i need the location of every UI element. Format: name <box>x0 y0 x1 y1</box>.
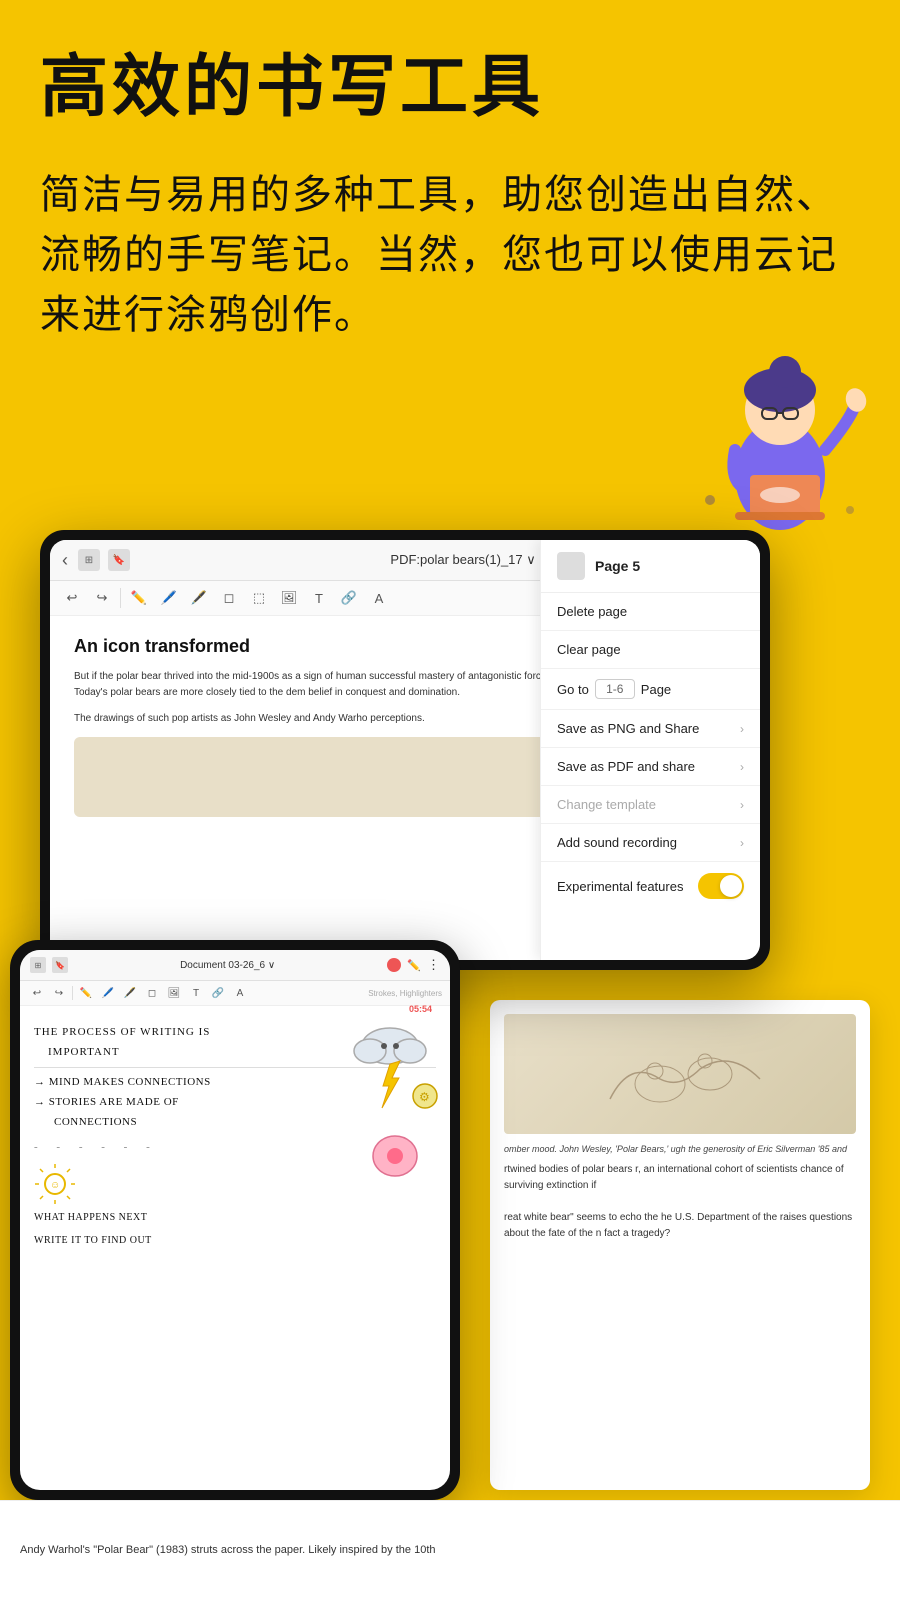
text-box-tool[interactable]: T <box>307 586 331 610</box>
change-template-label: Change template <box>557 797 656 812</box>
small-sep <box>72 986 73 1000</box>
goto-row: Go to Page <box>541 669 760 710</box>
toggle-knob <box>720 875 742 897</box>
add-sound-item[interactable]: Add sound recording › <box>541 824 760 862</box>
record-button[interactable] <box>387 958 401 972</box>
behind-para-2: reat white bear" seems to echo the he U.… <box>504 1210 856 1242</box>
character-illustration <box>680 320 880 540</box>
subtitle: 简洁与易用的多种工具，助您创造出自然、流畅的手写笔记。当然，您也可以使用云记来进… <box>40 165 860 345</box>
goto-input[interactable] <box>595 679 635 699</box>
pencil-small-icon[interactable]: ✏️ <box>407 959 421 972</box>
timer-display: 05:54 <box>409 1004 432 1014</box>
bottom-text: Andy Warhol's "Polar Bear" (1983) struts… <box>20 1542 436 1559</box>
small-undo[interactable]: ↩ <box>28 984 46 1002</box>
small-doc-title[interactable]: Document 03-26_6 ∨ <box>180 960 275 971</box>
small-pen[interactable]: ✏️ <box>77 984 95 1002</box>
grid-icon[interactable]: ⊞ <box>78 549 100 571</box>
small-pencil[interactable]: 🖊️ <box>99 984 117 1002</box>
bookmark-icon[interactable]: 🔖 <box>108 549 130 571</box>
chevron-icon-3: › <box>740 798 744 812</box>
document-title[interactable]: PDF:polar bears(1)_17 ∨ <box>390 552 535 568</box>
chevron-icon-4: › <box>740 836 744 850</box>
behind-para-1: rtwined bodies of polar bears r, an inte… <box>504 1162 856 1194</box>
save-pdf-label: Save as PDF and share <box>557 759 695 774</box>
lasso-tool[interactable]: ⬚ <box>247 586 271 610</box>
small-tb[interactable]: T <box>187 984 205 1002</box>
experimental-label: Experimental features <box>557 879 683 894</box>
redo-button[interactable]: ↪ <box>90 586 114 610</box>
small-content: The Process of writing is Important → Mi… <box>20 1006 450 1490</box>
behind-caption: omber mood. John Wesley, 'Polar Bears,' … <box>504 1144 856 1154</box>
behind-document: omber mood. John Wesley, 'Polar Bears,' … <box>490 1000 870 1490</box>
small-format[interactable]: A <box>231 984 249 1002</box>
save-pdf-item[interactable]: Save as PDF and share › <box>541 748 760 786</box>
clear-page-label: Clear page <box>557 642 621 657</box>
clear-page-item[interactable]: Clear page <box>541 631 760 669</box>
dropdown-header: Page 5 <box>541 540 760 593</box>
back-button[interactable]: ‹ <box>62 550 68 571</box>
small-toolbar: ↩ ↪ ✏️ 🖊️ 🖋️ ◻ 🖼 T 🔗 A Strokes, Highligh… <box>20 981 450 1006</box>
small-tb-icons: ⊞ 🔖 <box>30 957 68 973</box>
dropdown-menu: Page 5 Delete page Clear page Go to Page… <box>540 540 760 960</box>
header-section: 高效的书写工具 简洁与易用的多种工具，助您创造出自然、流畅的手写笔记。当然，您也… <box>0 0 900 345</box>
more-small-button[interactable]: ⋮ <box>427 957 440 973</box>
add-sound-label: Add sound recording <box>557 835 677 850</box>
eraser-tool[interactable]: ◻ <box>217 586 241 610</box>
delete-page-label: Delete page <box>557 604 627 619</box>
page-thumbnail-icon <box>557 552 585 580</box>
tablet-content: An icon transformed But if the polar bea… <box>50 616 760 960</box>
small-hi[interactable]: 🖋️ <box>121 984 139 1002</box>
chevron-icon: › <box>740 722 744 736</box>
bottom-strip: Andy Warhol's "Polar Bear" (1983) struts… <box>0 1500 900 1600</box>
small-grid-icon[interactable]: ⊞ <box>30 957 46 973</box>
highlighter-tool[interactable]: 🖋️ <box>187 586 211 610</box>
page-title-label: Page 5 <box>595 558 640 574</box>
delete-page-item[interactable]: Delete page <box>541 593 760 631</box>
tb-icons: ⊞ 🔖 <box>78 549 130 571</box>
svg-text:⚙: ⚙ <box>419 1090 430 1104</box>
toolbar-separator <box>120 588 121 608</box>
format-tool[interactable]: A <box>367 586 391 610</box>
pencil-tool[interactable]: 🖊️ <box>157 586 181 610</box>
polar-bear-image <box>504 1014 856 1134</box>
undo-button[interactable]: ↩ <box>60 586 84 610</box>
goto-label: Go to <box>557 682 589 697</box>
small-topbar: ⊞ 🔖 Document 03-26_6 ∨ ✏️ ⋮ <box>20 950 450 981</box>
doodles-svg: ⚙ <box>305 1006 450 1236</box>
tablet-small: ⊞ 🔖 Document 03-26_6 ∨ ✏️ ⋮ ↩ ↪ ✏️ 🖊️ 🖋️… <box>10 940 460 1500</box>
small-img[interactable]: 🖼 <box>165 984 183 1002</box>
save-png-item[interactable]: Save as PNG and Share › <box>541 710 760 748</box>
pen-tool[interactable]: ✏️ <box>127 586 151 610</box>
save-png-label: Save as PNG and Share <box>557 721 699 736</box>
main-title: 高效的书写工具 <box>40 50 860 125</box>
experimental-features-row: Experimental features <box>541 862 760 910</box>
goto-page-label: Page <box>641 682 671 697</box>
small-redo[interactable]: ↪ <box>50 984 68 1002</box>
small-right-icons: ✏️ ⋮ <box>387 957 440 973</box>
small-bookmark-icon[interactable]: 🔖 <box>52 957 68 973</box>
image-tool[interactable]: 🖼 <box>277 586 301 610</box>
behind-body1: rtwined bodies of polar bears r, an inte… <box>504 1162 856 1242</box>
chevron-icon-2: › <box>740 760 744 774</box>
svg-text:☺: ☺ <box>50 1180 60 1191</box>
experimental-toggle[interactable] <box>698 873 744 899</box>
small-eraser[interactable]: ◻ <box>143 984 161 1002</box>
strokes-label: Strokes, Highlighters <box>368 989 442 998</box>
tablet-main: ‹ ⊞ 🔖 PDF:polar bears(1)_17 ∨ ⋮ ↩ ↪ ✏️ 🖊… <box>40 530 770 970</box>
small-link[interactable]: 🔗 <box>209 984 227 1002</box>
link-tool[interactable]: 🔗 <box>337 586 361 610</box>
change-template-item[interactable]: Change template › <box>541 786 760 824</box>
